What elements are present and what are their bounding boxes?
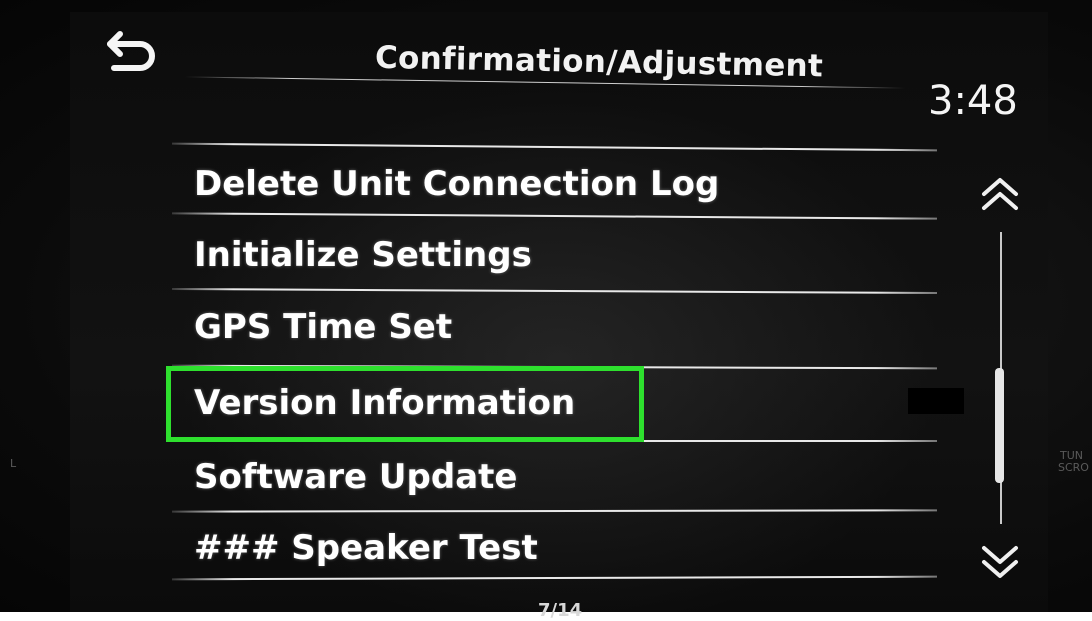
scroll-down-button[interactable] (976, 540, 1024, 584)
selection-highlight (166, 366, 644, 442)
list-item-speaker-test[interactable]: ### Speaker Test (172, 514, 937, 580)
bezel-label-scroll: SCRO (1058, 461, 1089, 474)
double-chevron-down-icon (982, 546, 1018, 578)
list-divider (171, 509, 938, 513)
list-item-gps-time-set[interactable]: GPS Time Set (172, 293, 937, 359)
settings-list: Delete Unit Connection Log Initialize Se… (0, 0, 1092, 617)
list-item-label: GPS Time Set (194, 307, 453, 347)
page-indicator: 7/14 (538, 600, 583, 621)
list-item-label: Initialize Settings (194, 235, 532, 275)
list-item-label: ### Speaker Test (194, 528, 538, 568)
bezel-label-left: L (10, 457, 17, 470)
list-item-software-update[interactable]: Software Update (172, 443, 937, 509)
scroll-up-button[interactable] (976, 172, 1024, 216)
list-item-label: Delete Unit Connection Log (194, 164, 720, 204)
list-item-label: Software Update (194, 457, 518, 497)
screen-glare (908, 388, 964, 414)
list-item-initialize-settings[interactable]: Initialize Settings (172, 221, 937, 287)
list-item-delete-unit-connection-log[interactable]: Delete Unit Connection Log (172, 150, 937, 216)
double-chevron-up-icon (982, 178, 1018, 210)
scrollbar-thumb[interactable] (995, 368, 1004, 483)
